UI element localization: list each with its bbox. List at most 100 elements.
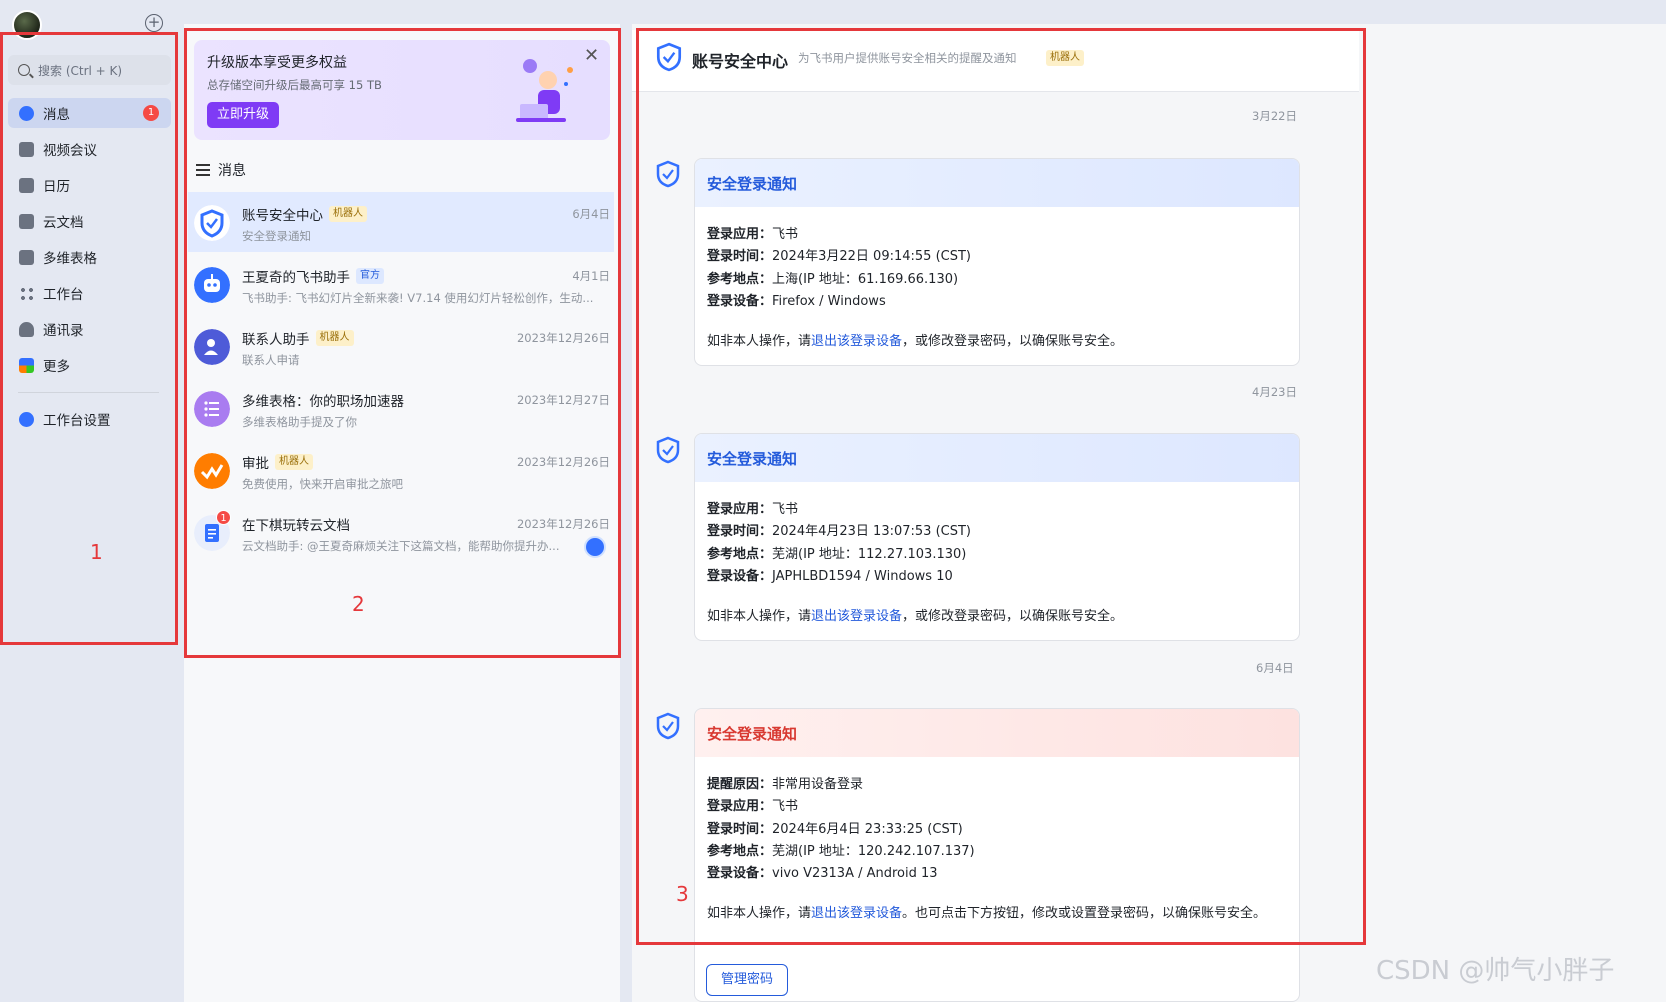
row-value: 2024年6月4日 23:33:25 (CST) <box>772 822 963 837</box>
search-placeholder: 搜索 (Ctrl + K) <box>38 63 123 78</box>
sidebar-item-label: 日历 <box>43 179 70 195</box>
chat-title: 账号安全中心 <box>692 52 789 71</box>
annotation-label-3: 3 <box>676 882 689 906</box>
row-label: 登录应用： <box>707 799 773 814</box>
chat-item[interactable]: 联系人助手 机器人 联系人申请 2023年12月26日 <box>188 316 614 376</box>
row-value: 飞书 <box>772 502 799 517</box>
grid-icon <box>19 285 34 301</box>
row-value: 非常用设备登录 <box>772 777 864 792</box>
message-card: 安全登录通知 提醒原因：非常用设备登录 登录应用：飞书 登录时间：2024年6月… <box>694 708 1300 1002</box>
sidebar-item-cloud-docs[interactable]: 云文档 <box>8 206 171 236</box>
chat-tag: 机器人 <box>275 454 313 470</box>
row-label: 登录时间： <box>707 822 773 837</box>
shield-icon <box>656 712 680 740</box>
plus-circle-icon[interactable]: + <box>145 14 163 32</box>
sidebar-item-workplace[interactable]: 工作台 <box>8 278 171 308</box>
sidebar-item-label: 通讯录 <box>43 323 84 339</box>
annotation-label-1: 1 <box>90 540 103 564</box>
robot-avatar-icon <box>194 267 230 303</box>
gear-icon <box>19 411 34 427</box>
row-label: 登录应用： <box>707 227 773 242</box>
upgrade-now-button[interactable]: 立即升级 <box>207 102 279 128</box>
foot-text: ，或修改登录密码，以确保账号安全。 <box>902 334 1124 349</box>
more-apps-icon <box>19 357 34 373</box>
close-icon[interactable]: ✕ <box>584 47 600 65</box>
chat-item[interactable]: 审批 机器人 免费使用，快来开启审批之旅吧 2023年12月26日 <box>188 440 614 500</box>
chat-time: 2023年12月26日 <box>516 331 610 345</box>
shield-icon <box>656 436 680 464</box>
sidebar-item-label: 视频会议 <box>43 143 97 159</box>
manage-password-button[interactable]: 管理密码 <box>706 964 788 996</box>
sidebar-item-label: 工作台 <box>43 287 84 303</box>
list-filter-icon <box>196 164 210 176</box>
table-icon <box>19 249 34 265</box>
chat-preview: 免费使用，快来开启审批之旅吧 <box>242 477 403 491</box>
sidebar-item-more[interactable]: 更多 <box>8 350 171 380</box>
chat-description: 为飞书用户提供账号安全相关的提醒及通知 <box>798 51 1017 65</box>
row-label: 参考地点： <box>707 272 773 287</box>
search-input[interactable]: 搜索 (Ctrl + K) <box>8 55 171 85</box>
chat-item[interactable]: 王夏奇的飞书助手 官方 飞书助手: 飞书幻灯片全新来袭! V7.14 使用幻灯片轻… <box>188 254 614 314</box>
row-label: 登录设备： <box>707 866 773 881</box>
chat-tag: 机器人 <box>1046 50 1084 66</box>
chat-name: 账号安全中心 <box>242 208 323 224</box>
approval-avatar-icon <box>194 453 230 489</box>
foot-text: 。也可点击下方按钮，修改或设置登录密码，以确保账号安全。 <box>902 906 1267 921</box>
logout-device-link[interactable]: 退出该登录设备 <box>811 334 902 349</box>
sidebar-item-calendar[interactable]: 日历 <box>8 170 171 200</box>
row-value: 芜湖(IP 地址：112.27.103.130) <box>772 547 967 562</box>
shield-icon <box>656 42 682 72</box>
date-divider: 6月4日 <box>1256 661 1294 675</box>
chat-preview: 云文档助手: @王夏奇麻烦关注下这篇文档，能帮助你提升办... <box>242 539 560 553</box>
chat-time: 2023年12月27日 <box>516 393 610 407</box>
sidebar-item-video-meeting[interactable]: 视频会议 <box>8 134 171 164</box>
workplace-settings-button[interactable]: 工作台设置 <box>8 404 171 434</box>
shield-avatar-icon <box>194 205 230 241</box>
row-value: vivo V2313A / Android 13 <box>772 866 938 881</box>
message-card: 安全登录通知 登录应用：飞书 登录时间：2024年4月23日 13:07:53 … <box>694 433 1300 641</box>
upgrade-illustration <box>516 59 573 122</box>
row-value: 芜湖(IP 地址：120.242.107.137) <box>772 844 975 859</box>
chat-tag: 机器人 <box>329 206 367 222</box>
row-label: 参考地点： <box>707 547 773 562</box>
upgrade-title: 升级版本享受更多权益 <box>207 55 347 71</box>
foot-text: ，或修改登录密码，以确保账号安全。 <box>902 609 1124 624</box>
chat-item[interactable]: 账号安全中心 机器人 安全登录通知 6月4日 <box>188 192 614 252</box>
settings-label: 工作台设置 <box>43 413 111 429</box>
card-title: 安全登录通知 <box>695 434 1299 482</box>
sidebar-item-base[interactable]: 多维表格 <box>8 242 171 272</box>
chat-item[interactable]: 1 在下棋玩转云文档 云文档助手: @王夏奇麻烦关注下这篇文档，能帮助你提升办.… <box>188 502 614 562</box>
chat-item[interactable]: 多维表格：你的职场加速器 多维表格助手提及了你 2023年12月27日 <box>188 378 614 438</box>
chat-tag: 官方 <box>356 268 384 284</box>
messages-section-header[interactable]: 消息 <box>196 160 246 180</box>
contact-avatar-icon <box>194 329 230 365</box>
chat-time: 2023年12月26日 <box>516 517 610 531</box>
row-label: 登录时间： <box>707 524 773 539</box>
chat-preview: 多维表格助手提及了你 <box>242 415 357 429</box>
row-value: 飞书 <box>772 799 799 814</box>
card-title: 安全登录通知 <box>695 159 1299 207</box>
sidebar-item-messages[interactable]: 消息 1 <box>8 98 171 128</box>
message-card: 安全登录通知 登录应用：飞书 登录时间：2024年3月22日 09:14:55 … <box>694 158 1300 366</box>
chat-name: 联系人助手 <box>242 332 310 348</box>
logout-device-link[interactable]: 退出该登录设备 <box>811 609 902 624</box>
date-divider: 3月22日 <box>1252 109 1297 123</box>
row-label: 登录设备： <box>707 294 773 309</box>
chat-name: 审批 <box>242 456 269 472</box>
sidebar-item-contacts[interactable]: 通讯录 <box>8 314 171 344</box>
watermark: CSDN @帅气小胖子 <box>1376 956 1615 986</box>
chat-preview: 飞书助手: 飞书幻灯片全新来袭! V7.14 使用幻灯片轻松创作，生动... <box>242 291 594 305</box>
date-divider: 4月23日 <box>1252 385 1297 399</box>
search-icon <box>18 64 30 76</box>
row-label: 登录时间： <box>707 249 773 264</box>
foot-text: 如非本人操作，请 <box>707 609 812 624</box>
row-value: 飞书 <box>772 227 799 242</box>
unread-badge: 1 <box>143 105 159 121</box>
user-avatar[interactable] <box>12 10 42 40</box>
sidebar-item-label: 更多 <box>43 359 70 375</box>
logout-device-link[interactable]: 退出该登录设备 <box>811 906 902 921</box>
upgrade-subtitle: 总存储空间升级后最高可享 15 TB <box>207 78 382 92</box>
row-label: 登录应用： <box>707 502 773 517</box>
chat-name: 在下棋玩转云文档 <box>242 518 350 534</box>
chat-tag: 机器人 <box>315 330 354 346</box>
